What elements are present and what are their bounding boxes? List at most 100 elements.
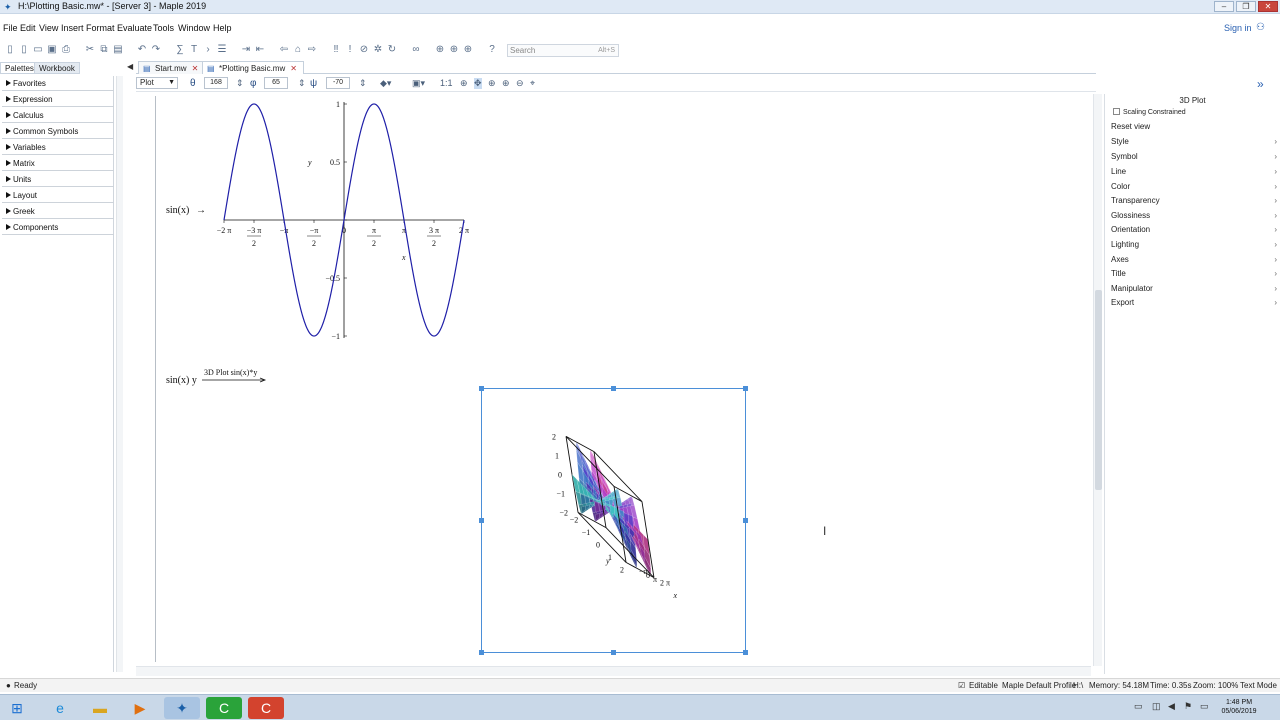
tab-plotting-basic[interactable]: ▤ *Plotting Basic.mw ✕ — [202, 61, 304, 74]
palette-variables[interactable]: Variables — [2, 140, 114, 155]
lighting-item[interactable]: Lighting › — [1111, 240, 1279, 249]
menu-file[interactable]: File — [3, 23, 18, 33]
menu-insert[interactable]: Insert — [61, 23, 84, 33]
print-icon[interactable]: ⎙ — [60, 44, 72, 56]
system-clock[interactable]: 1:48 PM 05/06/2019 — [1216, 698, 1262, 716]
prompt-icon[interactable]: › — [202, 44, 214, 56]
palette-components[interactable]: Components — [2, 220, 114, 235]
export-item[interactable]: Export › — [1111, 298, 1279, 307]
restart-icon[interactable]: ↻ — [386, 44, 398, 56]
palette-favorites[interactable]: Favorites — [2, 76, 114, 91]
palette-greek[interactable]: Greek — [2, 204, 114, 219]
save-icon[interactable]: ▣ — [46, 44, 58, 56]
palette-scrollbar[interactable] — [116, 76, 123, 672]
help-icon[interactable]: ? — [486, 44, 498, 56]
open-icon[interactable]: ▭ — [32, 44, 44, 56]
zoom-out-icon[interactable]: ⊖ — [516, 78, 524, 89]
plot-2d-sin[interactable]: −2 π −3 π2−π −π20 π2π 3 π22 π10.5−0.5−1xy — [200, 96, 490, 348]
theta-spinner-icon[interactable]: ⇕ — [236, 78, 244, 89]
display-icon[interactable]: ▭ — [1200, 701, 1209, 712]
close-tab-icon[interactable]: ✕ — [290, 64, 297, 73]
new-document-icon[interactable]: ▯ — [4, 44, 16, 56]
flag-icon[interactable]: ⚑ — [1184, 701, 1192, 712]
palette-calculus[interactable]: Calculus — [2, 108, 114, 123]
resize-handle[interactable] — [479, 518, 484, 523]
tray-arrow-icon[interactable]: ▭ — [1134, 701, 1143, 712]
forward-icon[interactable]: ⇨ — [306, 44, 318, 56]
user-icon[interactable]: ⚇ — [1256, 22, 1274, 33]
pan-icon[interactable]: ✥ — [474, 78, 482, 89]
execute-icon[interactable]: ! — [344, 44, 356, 56]
home-icon[interactable]: ⌂ — [292, 44, 304, 56]
ie-icon[interactable]: e — [42, 697, 78, 719]
resize-handle[interactable] — [479, 386, 484, 391]
resize-handle[interactable] — [743, 518, 748, 523]
zoom-200-icon[interactable]: ⊕ — [462, 44, 474, 56]
psi-spinner-icon[interactable]: ⇕ — [359, 78, 367, 89]
back-icon[interactable]: ⇦ — [278, 44, 290, 56]
expr1-input[interactable]: sin(x) — [166, 205, 189, 216]
symbol-item[interactable]: Symbol › — [1111, 152, 1279, 161]
tab-workbook[interactable]: Workbook — [34, 62, 80, 74]
ratio-button[interactable]: 1:1 — [440, 78, 453, 88]
explorer-icon[interactable]: ▬ — [82, 697, 118, 719]
document-vertical-scrollbar[interactable] — [1093, 94, 1102, 666]
resize-handle[interactable] — [743, 650, 748, 655]
math-mode-icon[interactable]: ∑ — [174, 44, 186, 56]
title-item[interactable]: Title › — [1111, 269, 1279, 278]
palette-common-symbols[interactable]: Common Symbols — [2, 124, 114, 139]
sign-in-link[interactable]: Sign in — [1224, 23, 1252, 33]
expand-panel-icon[interactable]: » — [1257, 77, 1264, 91]
new-worksheet-icon[interactable]: ▯ — [18, 44, 30, 56]
text-mode-icon[interactable]: T — [188, 44, 200, 56]
cut-icon[interactable]: ✂ — [84, 44, 96, 56]
data-probe-icon[interactable]: ⌖ — [530, 78, 535, 89]
undo-icon[interactable]: ↶ — [136, 44, 148, 56]
volume-icon[interactable]: ◀ — [1168, 701, 1175, 712]
zoom-100-icon[interactable]: ⊕ — [434, 44, 446, 56]
psi-field[interactable]: -70 — [326, 77, 350, 89]
resize-handle[interactable] — [479, 650, 484, 655]
execute-all-icon[interactable]: ‼ — [330, 44, 342, 56]
plot-3d-surface[interactable]: 2 ππ0−π210−1−2210−1−2xy — [482, 389, 745, 652]
frame-icon[interactable]: ▣▾ — [412, 78, 425, 89]
menu-format[interactable]: Format — [86, 23, 115, 33]
style-icon[interactable]: ◆▾ — [380, 78, 391, 89]
minimize-button[interactable]: – — [1214, 1, 1234, 12]
search-input[interactable]: Search Alt+S — [507, 44, 619, 57]
plot-3d-selection[interactable]: 2 π π 0 −π 2 1 0 −1 −2 2 1 0 −1 −2 x y — [481, 388, 746, 653]
paste-icon[interactable]: ▤ — [112, 44, 124, 56]
manipulator-item[interactable]: Manipulator › — [1111, 284, 1279, 293]
scaling-constrained-checkbox[interactable]: Scaling Constrained — [1113, 108, 1186, 116]
style-item[interactable]: Style › — [1111, 137, 1279, 146]
collapse-left-icon[interactable]: ◀ — [127, 62, 133, 71]
menu-help[interactable]: Help — [213, 23, 232, 33]
debug-icon[interactable]: ✲ — [372, 44, 384, 56]
transparency-item[interactable]: Transparency › — [1111, 196, 1279, 205]
link-icon[interactable]: ∞ — [410, 44, 422, 56]
axes-item[interactable]: Axes › — [1111, 255, 1279, 264]
menu-window[interactable]: Window — [178, 23, 210, 33]
resize-handle[interactable] — [611, 386, 616, 391]
indent-icon[interactable]: ⇥ — [240, 44, 252, 56]
recorder-icon[interactable]: C — [248, 697, 284, 719]
color-item[interactable]: Color › — [1111, 182, 1279, 191]
rotate-icon[interactable]: ⊕ — [460, 78, 468, 89]
expr2-input[interactable]: sin(x) y — [166, 375, 197, 386]
start-button-icon[interactable]: ⊞ — [2, 697, 32, 719]
glossiness-item[interactable]: Glossiness › — [1111, 211, 1279, 220]
theta-field[interactable]: 168 — [204, 77, 228, 89]
scale-icon[interactable]: ⊕ — [488, 78, 496, 89]
restore-button[interactable]: ❐ — [1236, 1, 1256, 12]
section-icon[interactable]: ☰ — [216, 44, 228, 56]
palette-layout[interactable]: Layout — [2, 188, 114, 203]
network-icon[interactable]: ◫ — [1152, 701, 1161, 712]
redo-icon[interactable]: ↷ — [150, 44, 162, 56]
scroll-thumb[interactable] — [1095, 290, 1102, 490]
close-window-button[interactable]: ✕ — [1258, 1, 1278, 12]
orientation-item[interactable]: Orientation › — [1111, 225, 1279, 234]
close-tab-icon[interactable]: ✕ — [192, 64, 199, 73]
maple-taskbar-icon[interactable]: ✦ — [164, 697, 200, 719]
palette-matrix[interactable]: Matrix — [2, 156, 114, 171]
resize-handle[interactable] — [743, 386, 748, 391]
